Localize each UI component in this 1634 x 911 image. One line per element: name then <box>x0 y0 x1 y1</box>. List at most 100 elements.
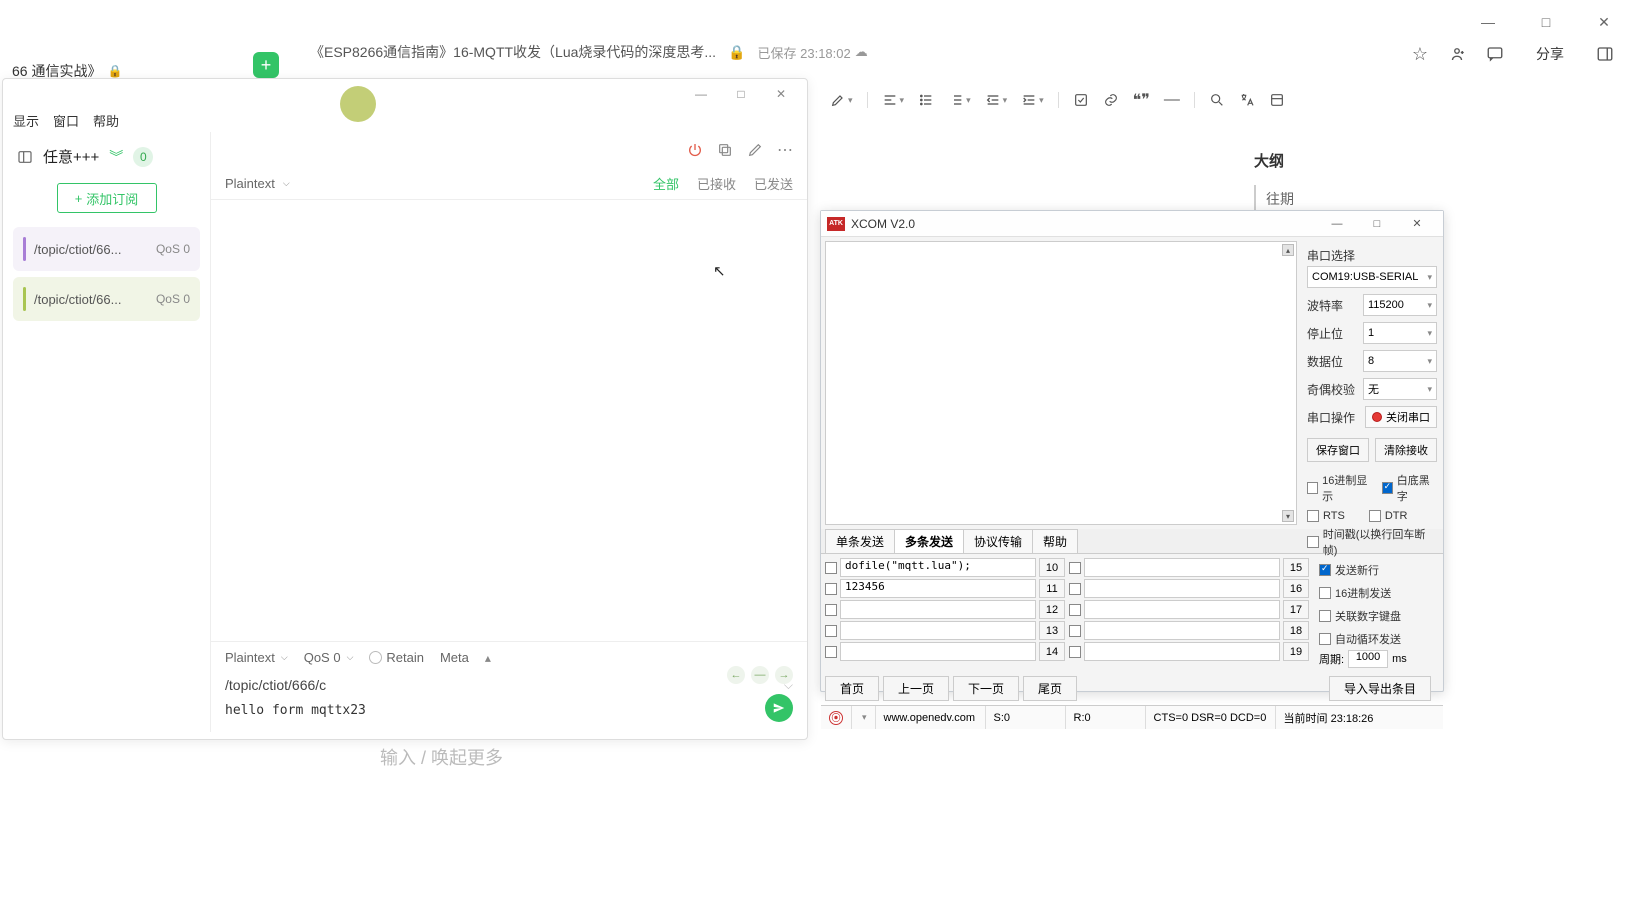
filter-received[interactable]: 已接收 <box>697 174 736 193</box>
filter-sent[interactable]: 已发送 <box>754 174 793 193</box>
next-page-button[interactable]: 下一页 <box>953 676 1019 701</box>
row-checkbox[interactable] <box>825 583 837 595</box>
stop-select[interactable]: 1▾ <box>1363 322 1437 344</box>
tab-protocol[interactable]: 协议传输 <box>963 529 1033 553</box>
edit-icon[interactable] <box>747 142 763 158</box>
search-icon[interactable] <box>1209 92 1225 108</box>
send-input-13[interactable] <box>840 621 1036 640</box>
row-checkbox[interactable] <box>825 625 837 637</box>
last-page-button[interactable]: 尾页 <box>1023 676 1077 701</box>
send-button[interactable] <box>765 694 793 722</box>
doc-body-placeholder[interactable]: 输入 / 唤起更多 <box>380 744 503 770</box>
align-icon[interactable]: ▾ <box>882 92 905 108</box>
share-button[interactable]: 分享 <box>1524 40 1576 68</box>
row-checkbox[interactable] <box>1069 625 1081 637</box>
menu-help[interactable]: 帮助 <box>93 111 119 130</box>
row-checkbox[interactable] <box>825 646 837 658</box>
status-url[interactable]: www.openedv.com <box>876 706 986 729</box>
highlight-icon[interactable]: ▾ <box>830 92 853 108</box>
dtr-checkbox[interactable] <box>1369 510 1381 522</box>
parity-select[interactable]: 无▾ <box>1363 378 1437 400</box>
checkbox-icon[interactable] <box>1073 92 1089 108</box>
row-checkbox[interactable] <box>825 562 837 574</box>
send-num-button[interactable]: 19 <box>1283 642 1309 661</box>
panel-icon[interactable] <box>17 149 33 165</box>
chevron-up-icon[interactable]: ▴ <box>485 651 491 665</box>
compose-qos-select[interactable]: QoS 0⌵ <box>304 650 354 665</box>
send-input-11[interactable]: 123456 <box>840 579 1036 598</box>
indent-icon[interactable]: ▾ <box>1021 92 1044 108</box>
mqtt-close-button[interactable]: ✕ <box>763 82 799 106</box>
collab-icon[interactable] <box>1448 45 1466 63</box>
history-prev-button[interactable]: ← <box>727 666 745 684</box>
compose-topic-input[interactable]: /topic/ctiot/666/c <box>225 677 326 693</box>
send-num-button[interactable]: 16 <box>1283 579 1309 598</box>
tab-single-send[interactable]: 单条发送 <box>825 529 895 553</box>
star-icon[interactable]: ☆ <box>1412 44 1428 65</box>
mqtt-maximize-button[interactable]: □ <box>723 82 759 106</box>
send-num-button[interactable]: 10 <box>1039 558 1065 577</box>
data-select[interactable]: 8▾ <box>1363 350 1437 372</box>
send-input-16[interactable] <box>1084 579 1280 598</box>
send-num-button[interactable]: 12 <box>1039 600 1065 619</box>
retain-toggle[interactable]: Retain <box>369 650 424 665</box>
tab-multi-send[interactable]: 多条发送 <box>894 529 964 553</box>
row-checkbox[interactable] <box>1069 646 1081 658</box>
send-input-15[interactable] <box>1084 558 1280 577</box>
close-port-button[interactable]: 关闭串口 <box>1365 406 1437 428</box>
menu-window[interactable]: 窗口 <box>53 111 79 130</box>
prev-page-button[interactable]: 上一页 <box>883 676 949 701</box>
connection-name[interactable]: 任意+++ <box>43 146 99 167</box>
send-input-10[interactable]: dofile("mqtt.lua"); <box>840 558 1036 577</box>
row-checkbox[interactable] <box>825 604 837 616</box>
copy-icon[interactable] <box>717 142 733 158</box>
xcom-maximize-button[interactable]: □ <box>1357 214 1397 234</box>
send-input-12[interactable] <box>840 600 1036 619</box>
outdent-icon[interactable]: ▾ <box>985 92 1008 108</box>
filter-all[interactable]: 全部 <box>653 174 679 193</box>
hex-send-checkbox[interactable] <box>1319 587 1331 599</box>
menu-display[interactable]: 显示 <box>13 111 39 130</box>
more-icon[interactable]: ⋯ <box>777 140 793 160</box>
bullet-list-icon[interactable] <box>918 92 934 108</box>
timestamp-checkbox[interactable] <box>1307 536 1319 548</box>
collapse-icon[interactable]: ︾ <box>109 147 123 167</box>
send-num-button[interactable]: 11 <box>1039 579 1065 598</box>
compose-encoding-select[interactable]: Plaintext⌵ <box>225 650 288 665</box>
send-newline-checkbox[interactable] <box>1319 564 1331 576</box>
history-mid-button[interactable]: — <box>751 666 769 684</box>
scroll-down-icon[interactable]: ▾ <box>1282 510 1294 522</box>
history-next-button[interactable]: → <box>775 666 793 684</box>
send-input-17[interactable] <box>1084 600 1280 619</box>
send-input-14[interactable] <box>840 642 1036 661</box>
outline-item[interactable]: 往期 <box>1254 185 1374 213</box>
rts-checkbox[interactable] <box>1307 510 1319 522</box>
autoloop-checkbox[interactable] <box>1319 633 1331 645</box>
tab-help[interactable]: 帮助 <box>1032 529 1078 553</box>
send-num-button[interactable]: 14 <box>1039 642 1065 661</box>
add-subscription-button[interactable]: + 添加订阅 <box>57 183 157 213</box>
meta-button[interactable]: Meta <box>440 650 469 665</box>
xcom-minimize-button[interactable]: — <box>1317 214 1357 234</box>
comment-icon[interactable] <box>1486 45 1504 63</box>
link-icon[interactable] <box>1103 92 1119 108</box>
row-checkbox[interactable] <box>1069 562 1081 574</box>
xcom-terminal[interactable]: ▴ ▾ <box>825 241 1297 525</box>
power-icon[interactable] <box>687 142 703 158</box>
topic-item[interactable]: /topic/ctiot/66... QoS 0 <box>13 227 200 271</box>
translate-icon[interactable] <box>1239 92 1255 108</box>
row-checkbox[interactable] <box>1069 604 1081 616</box>
period-input[interactable]: 1000 <box>1348 650 1388 668</box>
clear-receive-button[interactable]: 清除接收 <box>1375 438 1437 462</box>
send-num-button[interactable]: 15 <box>1283 558 1309 577</box>
import-export-button[interactable]: 导入导出条目 <box>1329 676 1431 701</box>
topic-item[interactable]: /topic/ctiot/66... QoS 0 <box>13 277 200 321</box>
send-input-18[interactable] <box>1084 621 1280 640</box>
panel-toggle-icon[interactable] <box>1596 45 1614 63</box>
numpad-checkbox[interactable] <box>1319 610 1331 622</box>
hex-display-checkbox[interactable] <box>1307 482 1318 494</box>
scroll-up-icon[interactable]: ▴ <box>1282 244 1294 256</box>
main-close-button[interactable]: ✕ <box>1584 8 1624 36</box>
drag-handle-icon[interactable] <box>340 86 376 122</box>
add-tab-button[interactable]: + <box>253 52 279 78</box>
